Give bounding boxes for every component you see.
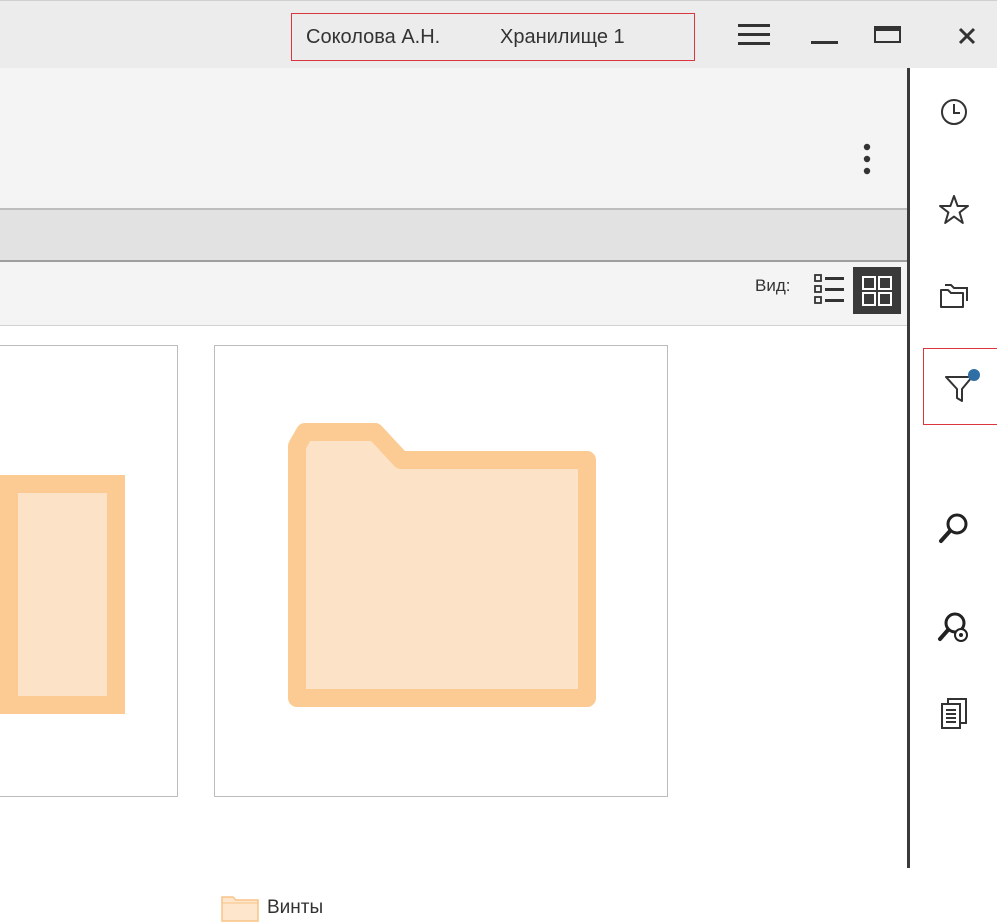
folder-name: Винты bbox=[267, 897, 324, 918]
close-icon bbox=[958, 27, 976, 45]
folder-card[interactable] bbox=[0, 345, 178, 797]
title-bar: Соколова А.Н. Хранилище 1 bbox=[0, 0, 997, 68]
history-clock-icon bbox=[941, 99, 967, 125]
documents-icon bbox=[941, 698, 967, 729]
sidebar-item-favorites[interactable] bbox=[924, 180, 984, 240]
user-storage-box[interactable]: Соколова А.Н. Хранилище 1 bbox=[291, 13, 695, 61]
list-view-icon bbox=[814, 274, 844, 304]
header-area bbox=[0, 68, 907, 210]
main-panel: Вид: Винты bbox=[0, 68, 907, 922]
content-grid: Винты bbox=[0, 326, 907, 922]
list-view-button[interactable] bbox=[814, 273, 846, 305]
advanced-search-icon bbox=[938, 612, 968, 642]
sidebar-item-advanced-search[interactable] bbox=[924, 598, 984, 658]
close-button[interactable] bbox=[942, 11, 992, 59]
small-folder-icon bbox=[221, 896, 259, 922]
folder-icon bbox=[288, 423, 596, 707]
view-label: Вид: bbox=[755, 276, 791, 295]
sidebar-item-documents[interactable] bbox=[924, 683, 984, 743]
path-bar bbox=[0, 210, 907, 262]
maximize-button[interactable] bbox=[863, 11, 913, 59]
sidebar-item-history[interactable] bbox=[924, 82, 984, 142]
more-vertical-icon bbox=[863, 143, 871, 175]
grid-view-icon bbox=[862, 275, 892, 306]
menu-button[interactable] bbox=[729, 11, 779, 59]
storage-name: Хранилище 1 bbox=[500, 25, 625, 48]
right-sidebar bbox=[907, 68, 997, 868]
folder-card[interactable] bbox=[214, 345, 668, 797]
sidebar-item-folders[interactable] bbox=[924, 265, 984, 325]
maximize-icon bbox=[874, 26, 901, 43]
folders-icon bbox=[940, 284, 968, 308]
search-icon bbox=[939, 513, 968, 543]
folder-icon bbox=[0, 475, 125, 714]
more-options-button[interactable] bbox=[852, 143, 882, 183]
menu-icon bbox=[738, 24, 770, 45]
sidebar-item-search[interactable] bbox=[924, 498, 984, 558]
grid-view-button[interactable] bbox=[853, 267, 901, 314]
sidebar-item-filter[interactable] bbox=[923, 348, 997, 425]
favorites-star-icon bbox=[939, 195, 969, 224]
user-name: Соколова А.Н. bbox=[306, 25, 441, 48]
folder-label-row[interactable]: Винты bbox=[221, 894, 323, 922]
filter-icon bbox=[944, 368, 980, 402]
minimize-button[interactable] bbox=[800, 11, 850, 59]
view-toolbar: Вид: bbox=[0, 262, 907, 326]
minimize-icon bbox=[811, 41, 838, 44]
